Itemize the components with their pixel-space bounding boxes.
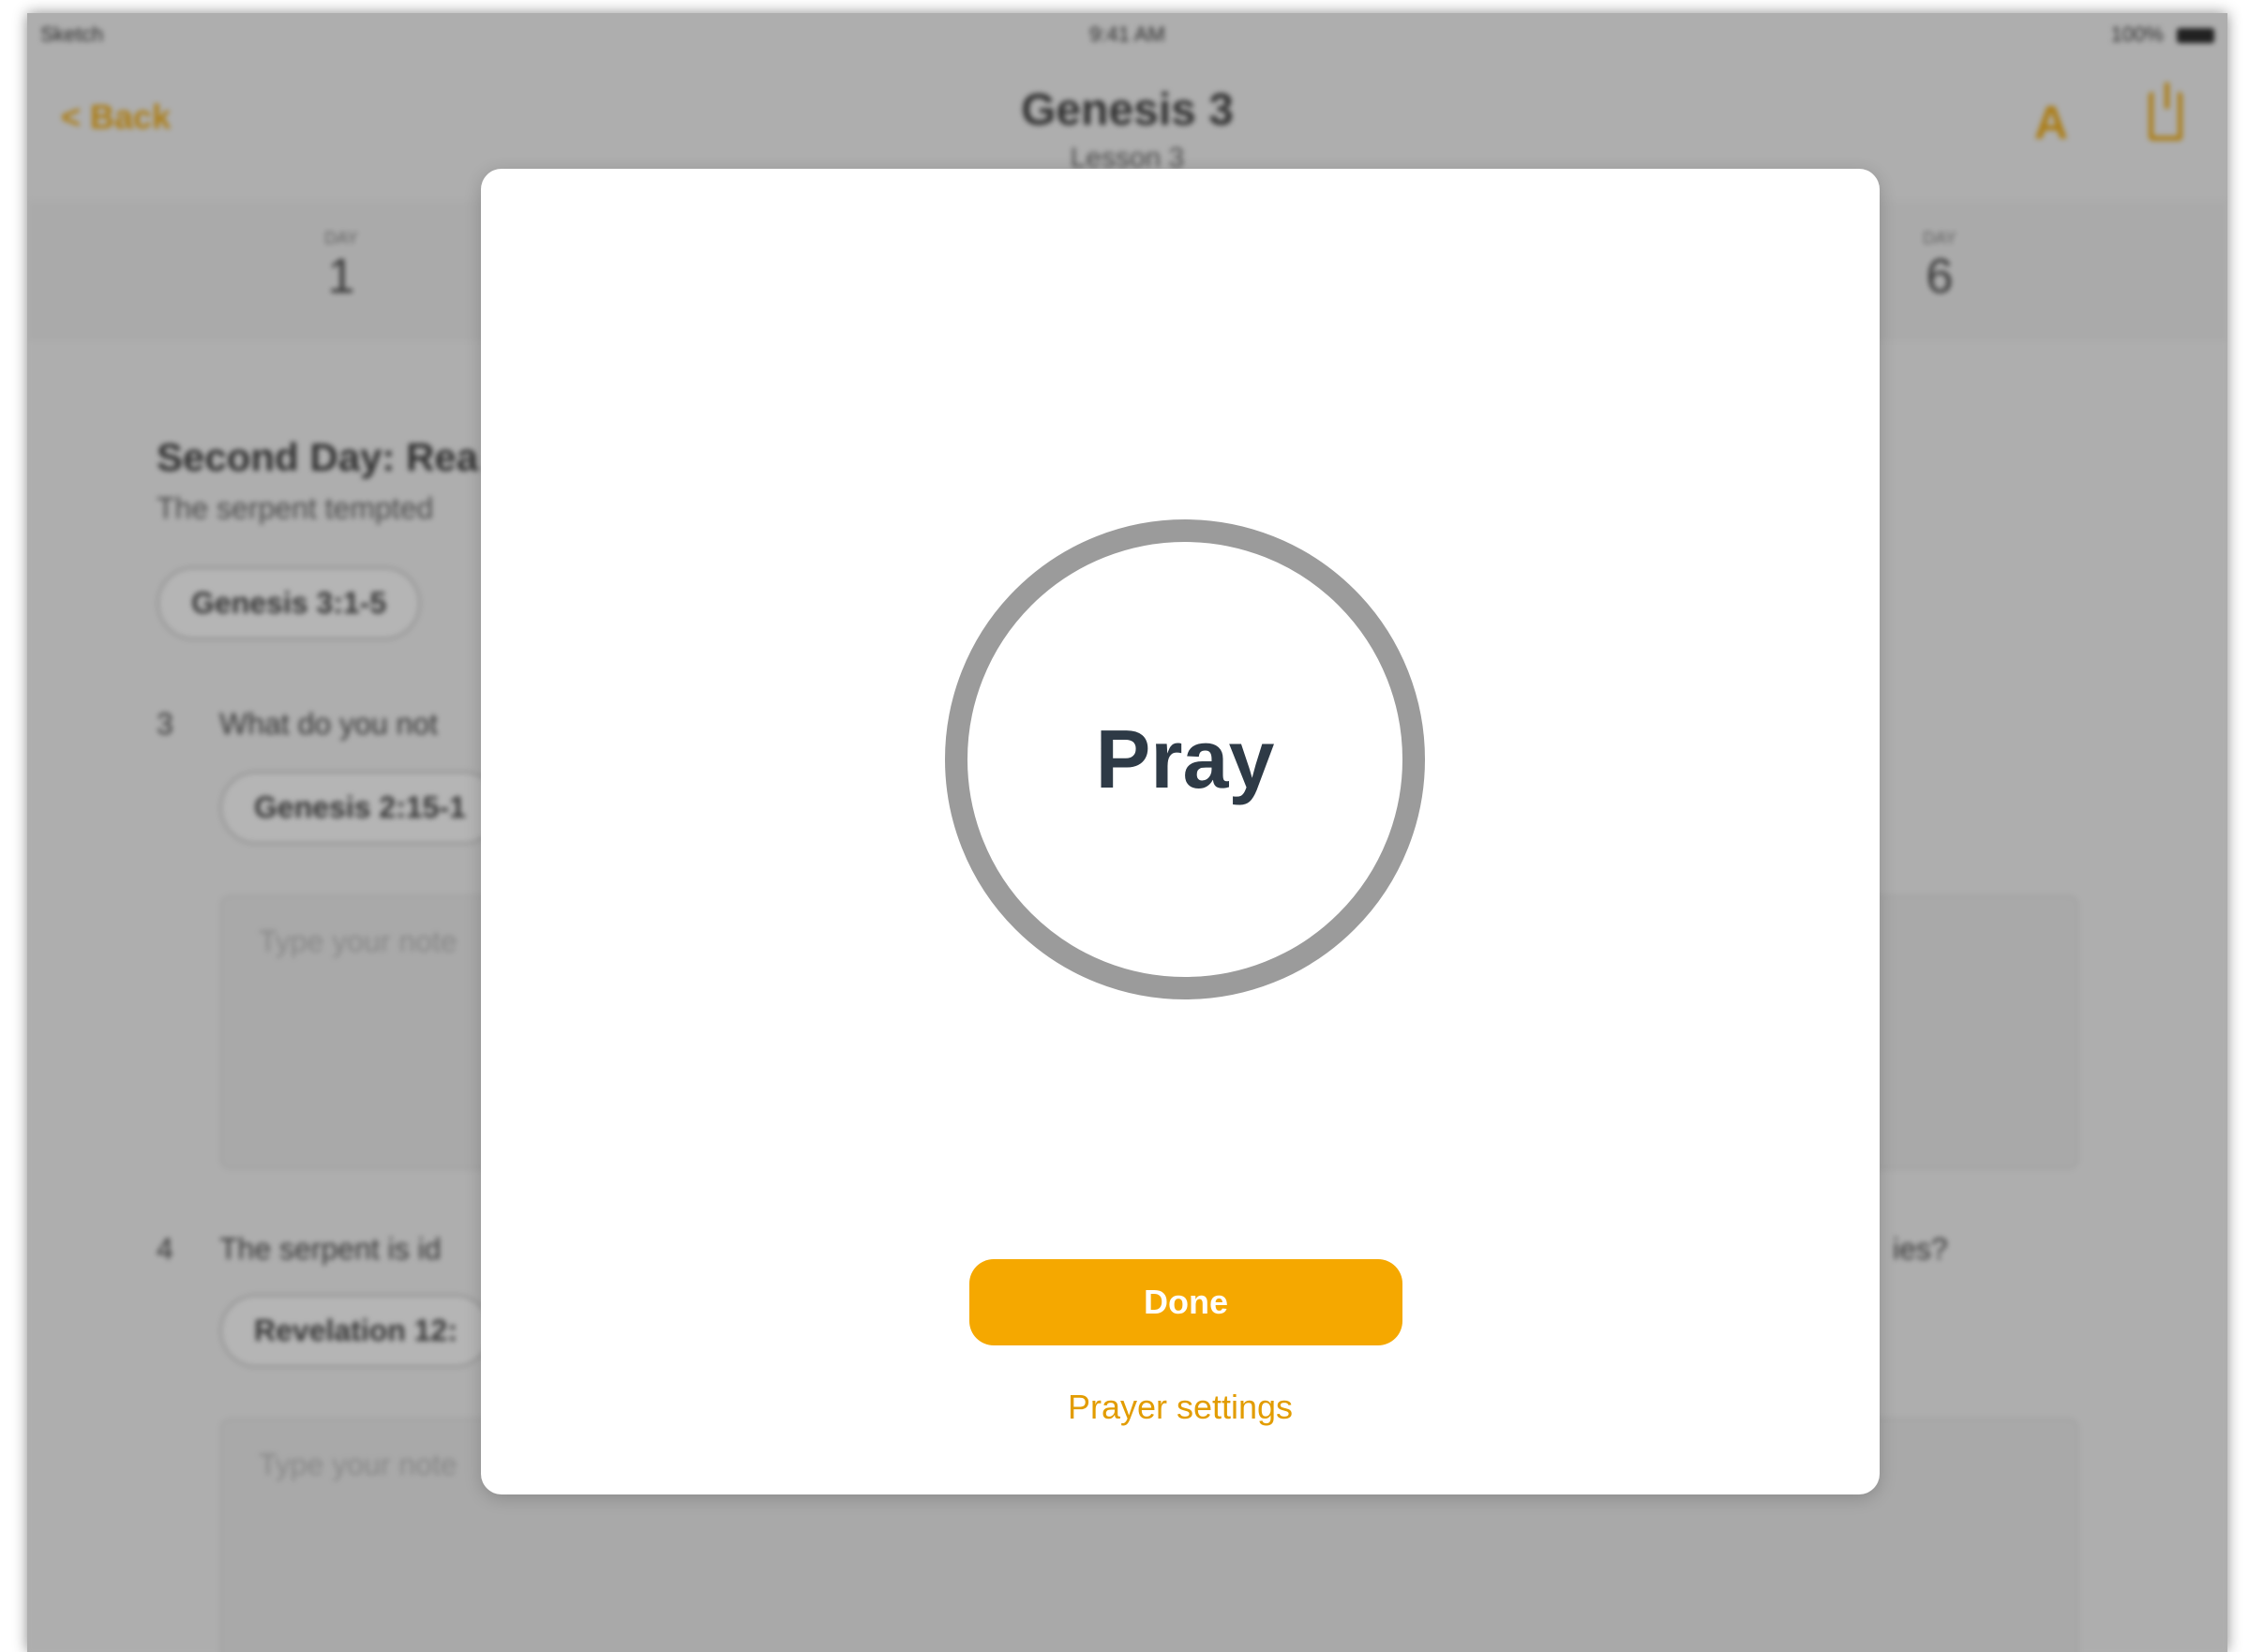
done-button[interactable]: Done [969,1259,1402,1345]
prayer-settings-link[interactable]: Prayer settings [481,1388,1880,1427]
prayer-modal: Pray Done Prayer settings [481,169,1880,1494]
ipad-screen: Sketch 9:41 AM 100% < Back Genesis 3 Les… [27,13,2227,1652]
pray-circle: Pray [945,519,1425,999]
pray-label: Pray [1095,713,1275,805]
